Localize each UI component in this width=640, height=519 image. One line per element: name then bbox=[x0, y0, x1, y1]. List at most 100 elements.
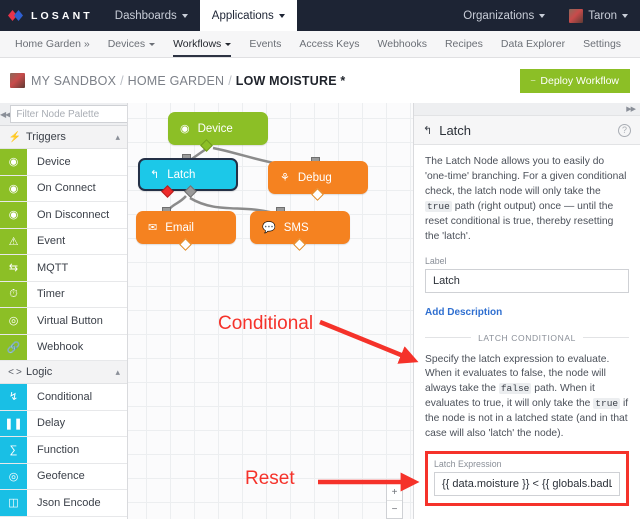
chevron-up-icon: ▴ bbox=[115, 131, 120, 142]
workflow-node-device[interactable]: ◉ Device bbox=[168, 112, 268, 145]
disconnect-icon: ◉ bbox=[0, 202, 27, 228]
avatar bbox=[10, 73, 25, 88]
application-subnav: Home Garden » Devices Workflows Events A… bbox=[0, 31, 640, 58]
chevron-down-icon bbox=[149, 42, 156, 46]
palette-item-on-disconnect[interactable]: ◉ On Disconnect bbox=[0, 202, 127, 229]
palette-item-json-encode[interactable]: ◫ Json Encode bbox=[0, 490, 127, 517]
add-description-link[interactable]: Add Description bbox=[425, 307, 502, 318]
connect-icon: ◉ bbox=[0, 175, 27, 201]
latch-icon: ↰ bbox=[423, 124, 433, 137]
palette-group-logic[interactable]: < > Logic ▴ bbox=[0, 361, 127, 384]
label-field-group: Label bbox=[425, 256, 629, 293]
chevron-down-icon bbox=[278, 13, 285, 18]
subnav-item-webhooks[interactable]: Webhooks bbox=[369, 31, 436, 57]
subnav-item-data-explorer[interactable]: Data Explorer bbox=[492, 31, 574, 57]
palette-item-device[interactable]: ◉ Device bbox=[0, 149, 127, 176]
palette-item-delay[interactable]: ❚❚ Delay bbox=[0, 410, 127, 437]
node-description-part1: The Latch Node allows you to easily do '… bbox=[425, 156, 627, 197]
label-field-label: Label bbox=[425, 255, 447, 266]
palette-item-function[interactable]: ∑ Function bbox=[0, 437, 127, 464]
target-icon: ◎ bbox=[0, 463, 27, 489]
subnav-label: Home Garden » bbox=[15, 38, 90, 50]
nav-dashboards-label: Dashboards bbox=[114, 9, 177, 22]
palette-item-label: Device bbox=[37, 155, 71, 168]
nav-organizations-label: Organizations bbox=[463, 9, 535, 22]
palette-item-event[interactable]: ⚠ Event bbox=[0, 228, 127, 255]
device-icon: ◉ bbox=[0, 149, 27, 175]
latch-expression-input[interactable] bbox=[434, 472, 620, 497]
latch-expression-highlight: Latch Expression bbox=[425, 451, 629, 507]
subnav-item-events[interactable]: Events bbox=[240, 31, 290, 57]
palette-item-virtual-button[interactable]: ◎ Virtual Button bbox=[0, 308, 127, 335]
palette-item-label: MQTT bbox=[37, 261, 69, 274]
palette-item-label: Timer bbox=[37, 288, 65, 301]
node-palette: ◀◀ ⚡ Triggers ▴ ◉ Device ◉ On Connect ◉ … bbox=[0, 103, 128, 519]
workflow-node-label: Email bbox=[165, 221, 194, 234]
palette-item-label: Function bbox=[37, 443, 80, 456]
palette-group-triggers[interactable]: ⚡ Triggers ▴ bbox=[0, 126, 127, 149]
latch-icon: ↰ bbox=[150, 169, 160, 181]
bug-icon: ⚘ bbox=[280, 172, 290, 184]
palette-item-label: On Disconnect bbox=[37, 208, 110, 221]
breadcrumb-my-sandbox[interactable]: MY SANDBOX bbox=[31, 74, 116, 88]
branch-icon: ↯ bbox=[0, 384, 27, 410]
breadcrumb-bar: MY SANDBOX / HOME GARDEN / LOW MOISTURE … bbox=[0, 58, 640, 103]
zoom-out-button[interactable]: − bbox=[387, 501, 402, 518]
code-true: true bbox=[593, 398, 621, 410]
palette-item-on-connect[interactable]: ◉ On Connect bbox=[0, 175, 127, 202]
filter-node-palette-input[interactable] bbox=[10, 105, 127, 123]
brand-name: LOSANT bbox=[31, 9, 93, 22]
panel-toolbar: ▶▶ bbox=[414, 103, 640, 116]
latch-conditional-divider-label: LATCH CONDITIONAL bbox=[478, 332, 576, 343]
subnav-item-devices[interactable]: Devices bbox=[99, 31, 164, 57]
losant-logo[interactable]: LOSANT bbox=[0, 0, 103, 31]
breadcrumb-separator: / bbox=[120, 73, 124, 88]
palette-item-mqtt[interactable]: ⇆ MQTT bbox=[0, 255, 127, 282]
nav-dashboards[interactable]: Dashboards bbox=[103, 0, 200, 31]
losant-diamond-icon bbox=[8, 10, 24, 21]
deploy-workflow-button[interactable]: ⎯ Deploy Workflow bbox=[519, 68, 630, 93]
palette-item-label: Delay bbox=[37, 417, 66, 430]
chevron-down-icon bbox=[225, 42, 232, 46]
upload-icon: ⎯ bbox=[530, 75, 536, 85]
subnav-label: Devices bbox=[107, 38, 146, 50]
zoom-in-button[interactable]: + bbox=[387, 484, 402, 501]
node-description: The Latch Node allows you to easily do '… bbox=[425, 155, 629, 245]
subnav-item-settings[interactable]: Settings bbox=[574, 31, 630, 57]
palette-item-timer[interactable]: ⏱ Timer bbox=[0, 281, 127, 308]
nav-applications[interactable]: Applications bbox=[199, 0, 297, 31]
deploy-workflow-label: Deploy Workflow bbox=[540, 74, 619, 87]
code-brackets-icon: < > bbox=[8, 366, 22, 378]
nav-user-menu[interactable]: Taron bbox=[557, 0, 640, 31]
nav-organizations[interactable]: Organizations bbox=[451, 0, 557, 31]
collapse-left-icon[interactable]: ◀◀ bbox=[0, 103, 11, 126]
help-icon[interactable]: ? bbox=[618, 123, 631, 137]
palette-item-webhook[interactable]: 🔗 Webhook bbox=[0, 334, 127, 361]
subnav-label: Settings bbox=[583, 38, 622, 50]
panel-body: The Latch Node allows you to easily do '… bbox=[414, 145, 640, 519]
workflow-canvas[interactable]: ◉ Device ↰ Latch ⚘ Debug ✉ Email 💬 SMS +… bbox=[128, 103, 413, 519]
palette-item-conditional[interactable]: ↯ Conditional bbox=[0, 384, 127, 411]
breadcrumb-home-garden[interactable]: HOME GARDEN bbox=[128, 74, 225, 88]
subnav-item-home-garden[interactable]: Home Garden » bbox=[6, 31, 99, 57]
hourglass-icon: ∑ bbox=[0, 437, 27, 463]
palette-group-label: Triggers bbox=[26, 131, 66, 143]
subnav-label: Events bbox=[249, 38, 282, 50]
add-description-row: Add Description bbox=[425, 302, 629, 320]
expand-right-icon[interactable]: ▶▶ bbox=[626, 105, 636, 113]
palette-search-row: ◀◀ bbox=[0, 103, 127, 126]
subnav-label: Workflows bbox=[173, 38, 222, 50]
canvas-zoom-controls: + − bbox=[386, 483, 403, 519]
subnav-item-access-keys[interactable]: Access Keys bbox=[290, 31, 368, 57]
label-input[interactable] bbox=[425, 268, 629, 293]
workflow-node-label: Debug bbox=[297, 171, 332, 184]
warning-icon: ⚠ bbox=[0, 228, 27, 254]
subnav-item-workflows[interactable]: Workflows bbox=[164, 31, 240, 57]
subnav-item-recipes[interactable]: Recipes bbox=[436, 31, 492, 57]
workflow-node-label: Device bbox=[197, 122, 233, 135]
node-inspector-panel: ▶▶ ↰ Latch ? The Latch Node allows you t… bbox=[413, 103, 640, 519]
subnav-label: Recipes bbox=[444, 38, 483, 50]
virtual-button-icon: ◎ bbox=[0, 308, 27, 334]
palette-item-geofence[interactable]: ◎ Geofence bbox=[0, 463, 127, 490]
chevron-down-icon bbox=[622, 13, 628, 18]
